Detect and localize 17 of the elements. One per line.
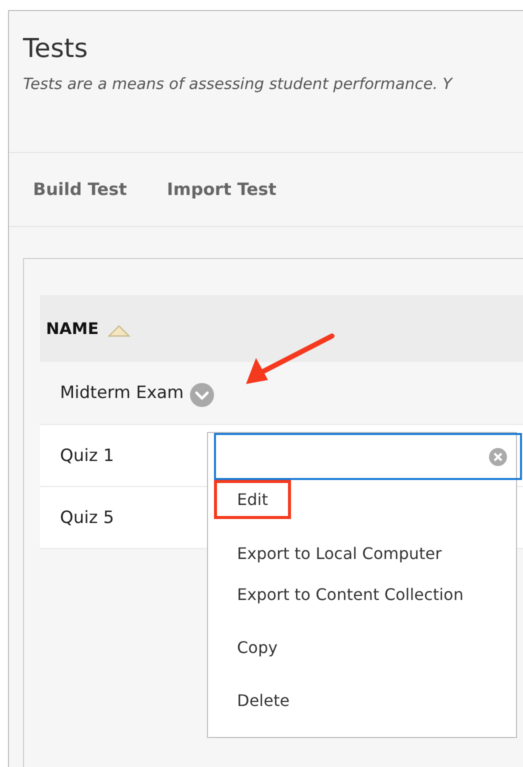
toolbar-link[interactable]: Import Test [166, 180, 276, 200]
menu-item[interactable]: Edit [214, 480, 291, 519]
table-cell: Midterm Exam [60, 383, 184, 403]
menu-item[interactable]: Export to Content Collection [214, 578, 486, 611]
sort-icon[interactable] [106, 324, 131, 338]
toolbar-link[interactable]: Build Test [33, 180, 127, 200]
menu-item[interactable]: Export to Local Computer [214, 537, 465, 570]
menu-item[interactable]: Delete [214, 684, 313, 717]
chevron-down-icon[interactable] [190, 383, 214, 407]
clear-icon[interactable] [488, 446, 508, 466]
column-header[interactable]: NAME [46, 319, 99, 338]
search-field[interactable] [214, 433, 522, 480]
table-cell: Quiz 1 [60, 446, 114, 466]
table-cell: Quiz 5 [60, 508, 114, 528]
page-description: Tests are a means of assessing student performance. Y [23, 75, 454, 93]
page-title: Tests [23, 33, 89, 66]
menu-item[interactable]: Copy [214, 631, 301, 664]
